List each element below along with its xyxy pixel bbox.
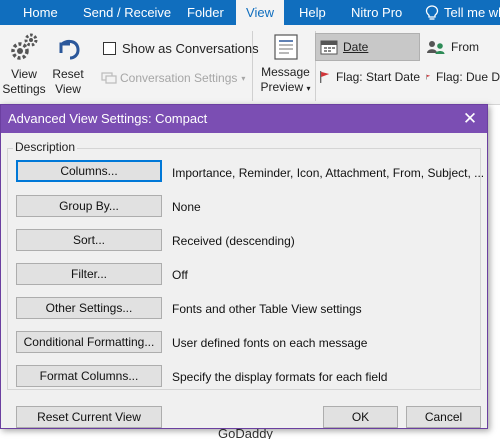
columns-description: Importance, Reminder, Icon, Attachment, … — [172, 166, 485, 180]
arrange-flag-due-date[interactable]: Flag: Due D — [422, 63, 500, 91]
arrange-from-label: From — [451, 40, 479, 54]
ribbon-view: View Settings Reset View Show as Convers… — [0, 25, 500, 105]
arrange-from[interactable]: From — [422, 33, 500, 61]
dialog-titlebar: Advanced View Settings: Compact ✕ — [1, 105, 487, 133]
conversation-settings-label: Conversation Settings — [120, 71, 238, 85]
ok-button[interactable]: OK — [323, 406, 398, 428]
undo-arrow-icon — [59, 39, 80, 60]
lightbulb-icon — [425, 4, 439, 20]
tell-me-search[interactable]: Tell me wh — [425, 0, 500, 25]
advanced-view-settings-dialog: Advanced View Settings: Compact ✕ Descri… — [0, 104, 488, 429]
arrange-flag-start-date[interactable]: Flag: Start Date — [315, 63, 420, 91]
tab-view[interactable]: View — [236, 0, 284, 25]
groupbox-label: Description — [13, 140, 78, 154]
message-preview-label-2: Preview ▾ — [260, 80, 311, 94]
columns-button[interactable]: Columns... — [16, 160, 162, 182]
show-as-conversations-checkbox[interactable]: Show as Conversations — [103, 41, 259, 56]
dialog-title: Advanced View Settings: Compact — [8, 111, 208, 126]
arrange-flag-start-label: Flag: Start Date — [335, 70, 420, 84]
view-settings-label-1: View — [11, 67, 37, 81]
tab-folder[interactable]: Folder — [187, 0, 224, 25]
conversation-settings-button[interactable]: Conversation Settings ▾ — [101, 71, 245, 85]
tell-me-label: Tell me wh — [444, 5, 500, 20]
sort-description: Received (descending) — [172, 234, 295, 248]
tab-home[interactable]: Home — [23, 0, 58, 25]
dropdown-arrow-icon: ▾ — [306, 84, 311, 93]
reset-view-button[interactable]: Reset View — [50, 31, 86, 97]
filter-description: Off — [172, 268, 188, 282]
show-as-conversations-label: Show as Conversations — [122, 41, 259, 56]
message-preview-button[interactable]: Message Preview ▾ — [258, 31, 313, 96]
tab-help[interactable]: Help — [299, 0, 326, 25]
sort-button[interactable]: Sort... — [16, 229, 162, 251]
ribbon-separator — [252, 31, 253, 101]
other-settings-description: Fonts and other Table View settings — [172, 302, 362, 316]
cancel-button[interactable]: Cancel — [406, 406, 481, 428]
arrange-flag-due-label: Flag: Due D — [435, 70, 500, 84]
dropdown-arrow-icon: ▾ — [241, 73, 246, 83]
red-flag-icon — [426, 74, 431, 80]
conditional-formatting-description: User defined fonts on each message — [172, 336, 368, 350]
checkbox-box — [103, 42, 116, 55]
message-preview-icon — [273, 34, 298, 60]
view-settings-button[interactable]: View Settings — [2, 31, 46, 97]
group-by-button[interactable]: Group By... — [16, 195, 162, 217]
format-columns-description: Specify the display formats for each fie… — [172, 370, 388, 384]
conversation-icon — [101, 72, 117, 84]
filter-button[interactable]: Filter... — [16, 263, 162, 285]
tab-nitro-pro[interactable]: Nitro Pro — [351, 0, 402, 25]
view-settings-label-2: Settings — [2, 82, 46, 96]
arrange-date-label: Date — [343, 40, 369, 54]
reset-current-view-button[interactable]: Reset Current View — [16, 406, 162, 428]
format-columns-button[interactable]: Format Columns... — [16, 365, 162, 387]
reset-view-label-1: Reset — [52, 67, 84, 81]
red-flag-icon — [320, 71, 330, 83]
group-by-description: None — [172, 200, 201, 214]
gears-icon — [11, 33, 38, 60]
calendar-icon — [320, 40, 338, 55]
message-preview-label-1: Message — [261, 65, 310, 79]
arrange-date[interactable]: Date — [315, 33, 420, 61]
conditional-formatting-button[interactable]: Conditional Formatting... — [16, 331, 162, 353]
close-icon[interactable]: ✕ — [459, 105, 481, 133]
other-settings-button[interactable]: Other Settings... — [16, 297, 162, 319]
tab-send-receive[interactable]: Send / Receive — [83, 0, 171, 25]
people-icon — [427, 41, 445, 54]
ribbon-tab-bar: Home Send / Receive Folder View Help Nit… — [0, 0, 500, 25]
reset-view-label-2: View — [55, 82, 81, 96]
